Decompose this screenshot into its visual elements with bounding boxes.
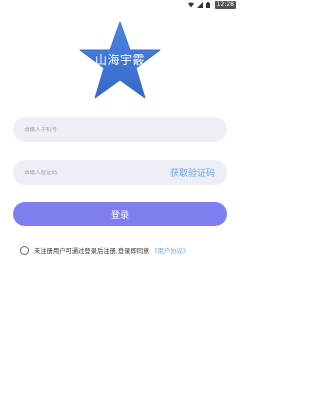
- status-bar: 12:28: [0, 0, 240, 10]
- logo-text: 山海宇霰: [94, 53, 145, 67]
- signal-icon: [196, 2, 203, 8]
- agree-checkbox[interactable]: [20, 245, 29, 255]
- user-agreement-link[interactable]: 《用户协议》: [151, 246, 189, 255]
- code-input[interactable]: [24, 169, 134, 176]
- phone-input[interactable]: [24, 126, 134, 133]
- agreement-text: 未注册用户可通过登录后注册,登录即同意: [34, 247, 150, 255]
- get-code-button[interactable]: 获取验证码: [170, 166, 215, 179]
- battery-icon: [205, 2, 212, 8]
- login-button-label: 登录: [110, 210, 129, 221]
- phone-field[interactable]: [13, 117, 227, 142]
- status-time: 12:28: [214, 1, 236, 9]
- login-button[interactable]: 登录: [13, 202, 227, 226]
- agreement-row: 未注册用户可通过登录后注册,登录即同意 《用户协议》: [20, 244, 230, 256]
- code-field[interactable]: 获取验证码: [13, 160, 227, 185]
- wifi-icon: [187, 2, 194, 8]
- app-logo: 山海宇霰: [78, 20, 162, 102]
